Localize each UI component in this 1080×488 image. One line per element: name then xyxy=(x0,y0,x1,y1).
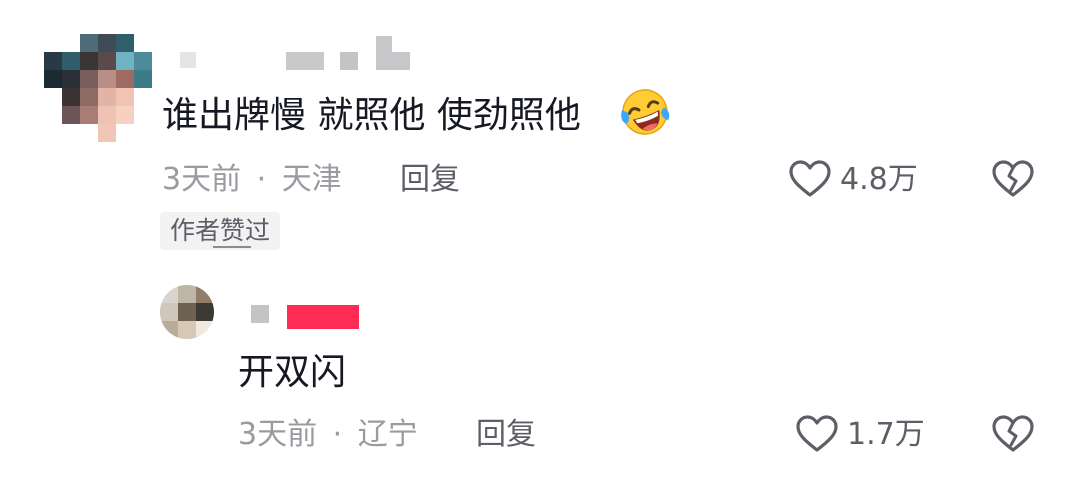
comment-text: 谁出牌慢 就照他 使劲照他 xyxy=(162,95,581,136)
avatar-mosaic-pixel xyxy=(116,106,134,124)
reply-reply-button[interactable]: 回复 xyxy=(476,417,536,453)
rofl-emoji-icon xyxy=(621,89,670,135)
replier-avatar[interactable] xyxy=(160,285,214,339)
meta-separator: · xyxy=(332,417,343,452)
avatar-mosaic-pixel xyxy=(80,52,98,70)
avatar-mosaic-pixel xyxy=(80,106,98,124)
comment-location: 天津 xyxy=(281,162,342,197)
avatar-mosaic-pixel xyxy=(62,52,80,70)
avatar-mosaic-pixel xyxy=(160,303,178,321)
comment-time: 3天前 xyxy=(162,162,242,197)
avatar-mosaic-pixel xyxy=(98,52,116,70)
avatar-mosaic-pixel xyxy=(178,321,196,339)
author-liked-badge: 作者赞过 xyxy=(160,212,281,250)
reply-text: 开双闪 xyxy=(238,352,347,393)
comment-like-count: 4.8万 xyxy=(840,162,918,197)
broken-heart-icon[interactable] xyxy=(992,415,1034,453)
heart-outline-icon[interactable] xyxy=(789,160,831,198)
avatar-mosaic-pixel xyxy=(116,88,134,106)
avatar-mosaic-pixel xyxy=(196,303,214,321)
reply-meta: 3天前 · 辽宁 xyxy=(238,417,418,453)
avatar-mosaic-pixel xyxy=(116,34,134,52)
comment-reply-button[interactable]: 回复 xyxy=(400,162,460,198)
badge-underline xyxy=(213,246,251,248)
avatar-mosaic-pixel xyxy=(196,285,214,303)
avatar-mosaic-pixel xyxy=(98,34,116,52)
avatar-mosaic-pixel xyxy=(98,88,116,106)
reply-time: 3天前 xyxy=(238,417,318,452)
avatar-mosaic-pixel xyxy=(80,70,98,88)
avatar-mosaic-pixel xyxy=(116,70,134,88)
avatar-mosaic-pixel xyxy=(98,70,116,88)
avatar-mosaic-pixel xyxy=(116,52,134,70)
avatar-mosaic-pixel xyxy=(98,106,116,124)
avatar-mosaic-pixel xyxy=(196,321,214,339)
avatar-mosaic-pixel xyxy=(178,303,196,321)
avatar-mosaic-pixel xyxy=(134,52,152,70)
avatar-mosaic-pixel xyxy=(178,285,196,303)
commenter-avatar[interactable] xyxy=(44,34,152,142)
heart-outline-icon[interactable] xyxy=(796,415,838,453)
avatar-mosaic-pixel xyxy=(62,88,80,106)
avatar-mosaic-pixel xyxy=(62,106,80,124)
reply-location: 辽宁 xyxy=(357,417,418,452)
avatar-mosaic-pixel xyxy=(160,321,178,339)
avatar-mosaic-pixel xyxy=(80,34,98,52)
avatar-mosaic-pixel xyxy=(44,70,62,88)
avatar-mosaic-pixel xyxy=(134,70,152,88)
avatar-mosaic-pixel xyxy=(98,124,116,142)
comment-meta: 3天前 · 天津 xyxy=(162,162,342,198)
avatar-mosaic-pixel xyxy=(44,52,62,70)
avatar-mosaic-pixel xyxy=(62,70,80,88)
reply-like-count: 1.7万 xyxy=(847,417,925,452)
avatar-mosaic-pixel xyxy=(160,285,178,303)
broken-heart-icon[interactable] xyxy=(992,160,1034,198)
meta-separator: · xyxy=(256,162,267,197)
avatar-mosaic-pixel xyxy=(80,88,98,106)
